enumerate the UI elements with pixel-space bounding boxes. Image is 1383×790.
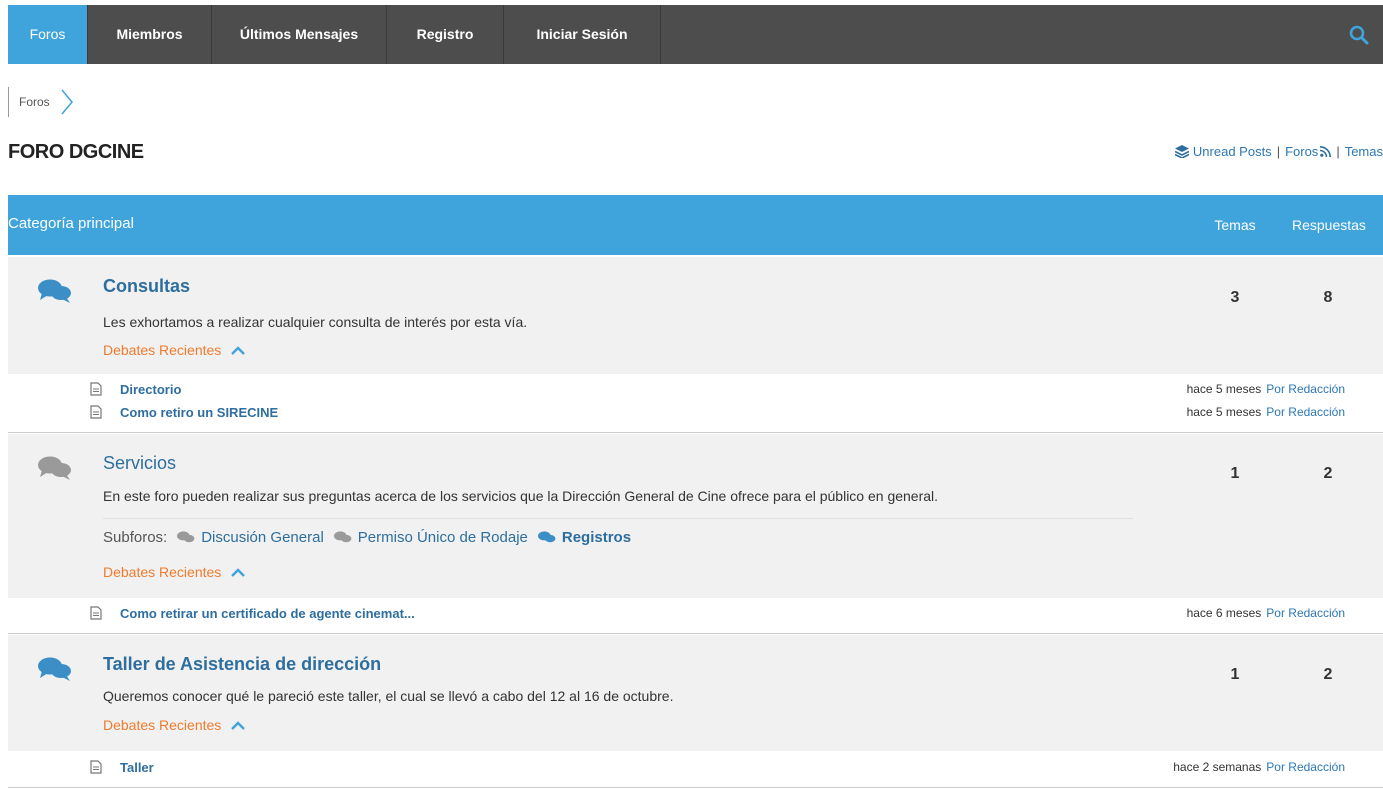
comments-icon xyxy=(537,531,556,543)
top-nav: Foros Miembros Últimos Mensajes Registro… xyxy=(8,5,1383,64)
topic-author[interactable]: Por Redacción xyxy=(1266,382,1345,396)
respuestas-count: 2 xyxy=(1323,666,1333,683)
breadcrumb-foros[interactable]: Foros xyxy=(19,95,50,109)
topic-title[interactable]: Directorio xyxy=(120,382,181,397)
comments-icon xyxy=(38,657,71,681)
respuestas-count: 2 xyxy=(1323,465,1333,482)
forum-row-taller: Taller de Asistencia de dirección Querem… xyxy=(8,635,1383,751)
column-temas: Temas xyxy=(1214,217,1256,233)
subforums-label: Subforos: xyxy=(103,529,168,546)
topic-row: Taller hace 2 semanas Por Redacción xyxy=(8,758,1383,778)
topic-title[interactable]: Taller xyxy=(120,760,154,775)
rss-icon[interactable] xyxy=(1320,146,1332,157)
nav-ultimos-mensajes[interactable]: Últimos Mensajes xyxy=(212,5,387,64)
recent-debates-toggle[interactable]: Debates Recientes xyxy=(103,342,246,358)
topic-list: Taller hace 2 semanas Por Redacción xyxy=(8,751,1383,788)
document-icon xyxy=(90,405,102,419)
breadcrumb: Foros xyxy=(8,87,74,117)
recent-debates-label: Debates Recientes xyxy=(103,564,222,580)
document-icon xyxy=(90,382,102,396)
foros-rss-link[interactable]: Foros xyxy=(1285,144,1318,159)
separator: | xyxy=(1336,144,1340,159)
forum-title[interactable]: Servicios xyxy=(103,453,176,474)
comments-icon xyxy=(38,456,71,480)
subforum-label: Permiso Único de Rodaje xyxy=(357,529,528,546)
column-respuestas: Respuestas xyxy=(1292,217,1366,233)
topic-meta: hace 5 meses Por Redacción xyxy=(1187,382,1345,396)
layers-icon xyxy=(1174,145,1189,158)
nav-registro[interactable]: Registro xyxy=(387,5,504,64)
comments-icon xyxy=(38,279,71,303)
category-header: Categoría principal Temas Respuestas xyxy=(8,195,1383,255)
chevron-up-icon xyxy=(231,567,246,577)
forum-description: Les exhortamos a realizar cualquier cons… xyxy=(103,314,528,330)
topic-row: Directorio hace 5 meses Por Redacción xyxy=(8,380,1383,400)
topic-time: hace 5 meses xyxy=(1186,382,1262,396)
topic-time: hace 2 semanas xyxy=(1173,760,1262,774)
subforum-label: Discusión General xyxy=(201,529,324,546)
temas-count: 1 xyxy=(1230,465,1240,482)
subforum-registros[interactable]: Registros xyxy=(537,529,632,546)
separator: | xyxy=(1276,144,1281,159)
page-title: FORO DGCINE xyxy=(8,141,144,163)
nav-iniciar-sesion[interactable]: Iniciar Sesión xyxy=(504,5,661,64)
topic-time: hace 6 meses xyxy=(1186,606,1262,620)
forum-row-servicios: Servicios En este foro pueden realizar s… xyxy=(8,434,1383,598)
comments-icon xyxy=(333,531,352,543)
divider xyxy=(103,518,1133,519)
topic-meta: hace 6 meses Por Redacción xyxy=(1187,606,1345,620)
forum-title[interactable]: Consultas xyxy=(103,276,190,297)
topic-time: hace 5 meses xyxy=(1186,405,1262,419)
topic-row: Como retirar un certificado de agente ci… xyxy=(8,604,1383,624)
recent-debates-toggle[interactable]: Debates Recientes xyxy=(103,564,246,580)
recent-debates-label: Debates Recientes xyxy=(103,342,222,358)
chevron-up-icon xyxy=(231,345,246,355)
topic-author[interactable]: Por Redacción xyxy=(1266,760,1345,774)
topic-meta: hace 5 meses Por Redacción xyxy=(1187,405,1345,419)
topic-meta: hace 2 semanas Por Redacción xyxy=(1173,760,1345,774)
category-title[interactable]: Categoría principal xyxy=(8,215,134,232)
forum-description: En este foro pueden realizar sus pregunt… xyxy=(103,488,939,504)
top-links: Unread Posts | Foros | Temas xyxy=(1174,144,1383,159)
nav-miembros[interactable]: Miembros xyxy=(88,5,212,64)
unread-posts-link[interactable]: Unread Posts xyxy=(1193,144,1272,159)
topic-author[interactable]: Por Redacción xyxy=(1266,405,1345,419)
topic-title[interactable]: Como retiro un SIRECINE xyxy=(120,405,278,420)
recent-debates-label: Debates Recientes xyxy=(103,717,222,733)
temas-rss-link[interactable]: Temas xyxy=(1345,144,1383,159)
subforum-permiso-unico[interactable]: Permiso Único de Rodaje xyxy=(333,529,528,546)
forum-row-consultas: Consultas Les exhortamos a realizar cual… xyxy=(8,257,1383,374)
topic-list: Como retirar un certificado de agente ci… xyxy=(8,598,1383,634)
document-icon xyxy=(90,606,102,620)
topic-list: Directorio hace 5 meses Por Redacción Com… xyxy=(8,374,1383,433)
topic-row: Como retiro un SIRECINE hace 5 meses Por … xyxy=(8,403,1383,423)
temas-count: 1 xyxy=(1230,666,1240,683)
recent-debates-toggle[interactable]: Debates Recientes xyxy=(103,717,246,733)
topic-title[interactable]: Como retirar un certificado de agente ci… xyxy=(120,606,415,621)
chevron-up-icon xyxy=(231,720,246,730)
comments-icon xyxy=(177,531,195,543)
subforum-discusion-general[interactable]: Discusión General xyxy=(177,529,324,546)
document-icon xyxy=(90,760,102,774)
respuestas-count: 8 xyxy=(1323,289,1333,306)
temas-count: 3 xyxy=(1230,289,1240,306)
subforum-label: Registros xyxy=(561,529,632,546)
search-icon[interactable] xyxy=(1349,25,1369,45)
forum-description: Queremos conocer qué le pareció este tal… xyxy=(103,688,674,704)
chevron-right-icon xyxy=(61,89,73,115)
topic-author[interactable]: Por Redacción xyxy=(1266,606,1345,620)
subforums: Subforos: Discusión General Permiso Únic… xyxy=(103,529,631,546)
nav-foros[interactable]: Foros xyxy=(8,5,88,64)
forum-title[interactable]: Taller de Asistencia de dirección xyxy=(103,654,381,675)
